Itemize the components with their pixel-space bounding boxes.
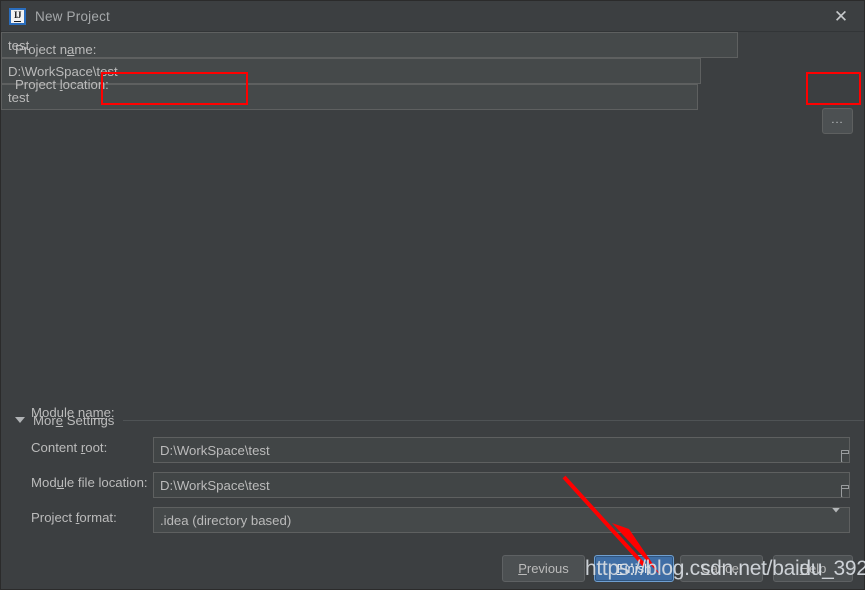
window-title: New Project bbox=[35, 8, 110, 24]
help-button[interactable]: Help bbox=[773, 555, 853, 582]
project-location-browse-button[interactable]: ... bbox=[822, 108, 853, 134]
cancel-button-label: Cancel bbox=[701, 561, 742, 576]
module-file-location-value: D:\WorkSpace\test bbox=[160, 477, 270, 493]
dialog-body: Project name: test Project location: D:\… bbox=[1, 32, 864, 589]
project-format-value: .idea (directory based) bbox=[160, 512, 292, 528]
ellipsis-icon: ... bbox=[831, 113, 844, 126]
project-format-label: Project format: bbox=[31, 510, 117, 525]
project-location-row: Project location: bbox=[15, 77, 111, 92]
module-file-location-label: Module file location: bbox=[31, 475, 148, 490]
content-root-input[interactable]: D:\WorkSpace\test bbox=[153, 437, 850, 463]
content-root-label: Content root: bbox=[31, 440, 108, 455]
more-settings-toggle[interactable]: More Settings bbox=[15, 411, 864, 429]
project-format-select[interactable]: .idea (directory based) bbox=[153, 507, 850, 533]
intellij-idea-icon: IJ bbox=[9, 7, 26, 25]
content-root-value: D:\WorkSpace\test bbox=[160, 442, 270, 458]
finish-button[interactable]: Finish bbox=[594, 555, 674, 582]
more-settings-separator bbox=[123, 419, 864, 421]
previous-button-label: Previous bbox=[518, 561, 569, 576]
module-file-location-row: Module file location: bbox=[31, 475, 148, 490]
previous-button[interactable]: Previous bbox=[502, 555, 585, 582]
cancel-button[interactable]: Cancel bbox=[680, 555, 763, 582]
help-button-label: Help bbox=[799, 561, 827, 576]
content-root-row: Content root: bbox=[31, 440, 107, 455]
finish-button-label: Finish bbox=[616, 561, 652, 576]
close-icon[interactable]: ✕ bbox=[818, 1, 864, 32]
project-format-row: Project format: bbox=[31, 510, 117, 525]
new-project-dialog: IJ New Project ✕ Project name: test Proj… bbox=[0, 0, 865, 590]
project-location-label: Project location: bbox=[15, 77, 109, 92]
title-bar: IJ New Project ✕ bbox=[1, 1, 864, 32]
app-icon-text: IJ bbox=[13, 9, 22, 22]
project-name-row: Project name: bbox=[15, 42, 111, 57]
project-name-input[interactable]: test bbox=[1, 32, 738, 58]
project-name-label: Project name: bbox=[15, 42, 97, 57]
module-file-location-input[interactable]: D:\WorkSpace\test bbox=[153, 472, 850, 498]
module-name-label: Module name: bbox=[31, 405, 115, 420]
chevron-down-icon[interactable] bbox=[831, 508, 841, 528]
triangle-down-icon bbox=[15, 417, 25, 423]
module-name-row: Module name: bbox=[31, 405, 115, 420]
